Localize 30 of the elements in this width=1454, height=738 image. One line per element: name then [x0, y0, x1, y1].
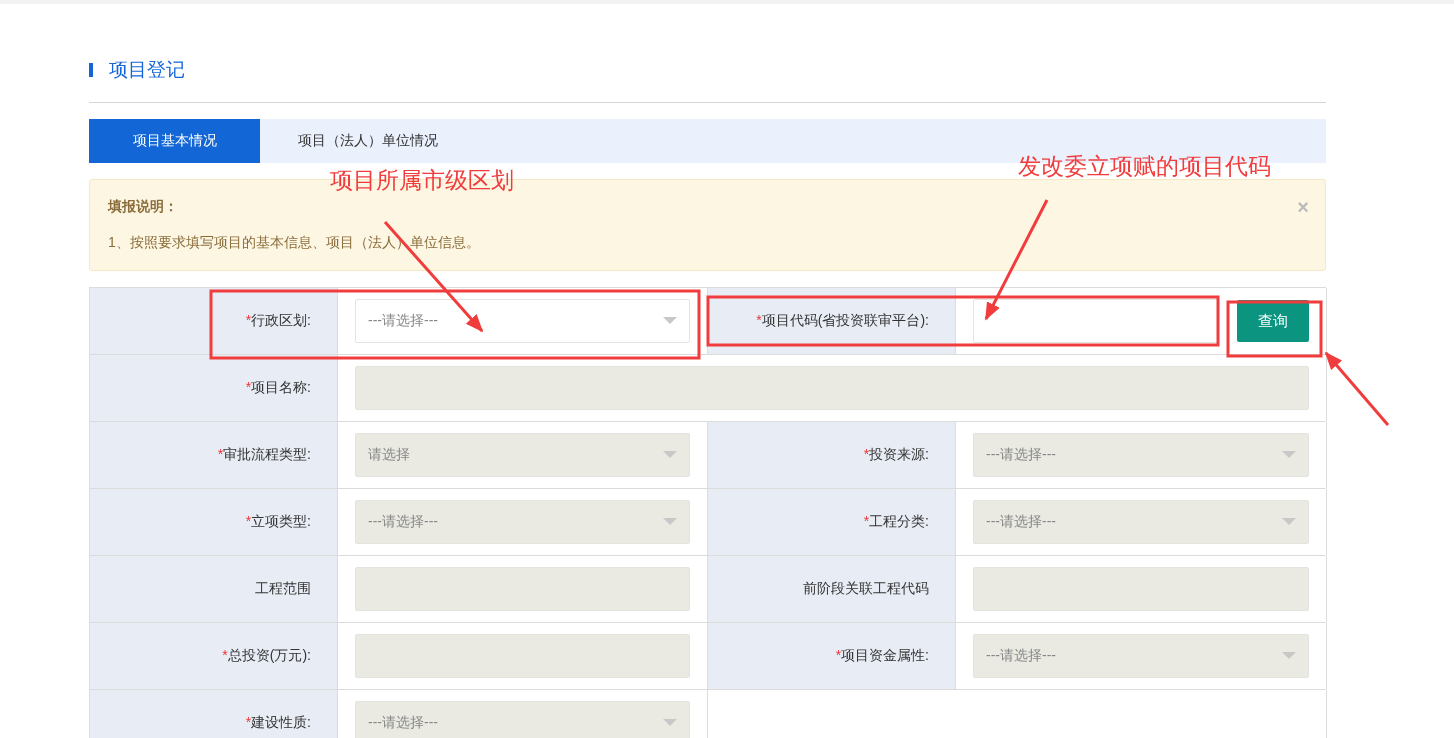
caret-icon: [1282, 451, 1296, 459]
query-button[interactable]: 查询: [1237, 300, 1309, 342]
field-label: *项目代码(省投资联审平台):: [756, 312, 929, 330]
field-label: *审批流程类型:: [217, 446, 311, 464]
section-title: 项目登记: [109, 58, 185, 82]
caret-icon: [663, 518, 677, 526]
heading-marker-icon: [89, 63, 93, 77]
select-field[interactable]: ---请选择---: [355, 299, 690, 343]
input-field[interactable]: [973, 299, 1219, 343]
tab[interactable]: 项目基本情况: [89, 119, 260, 163]
field-label: *项目名称:: [245, 379, 311, 397]
caret-icon: [663, 451, 677, 459]
caret-icon: [663, 317, 677, 325]
field-label: *项目资金属性:: [835, 647, 929, 665]
field-label: 工程范围: [255, 580, 311, 598]
close-button[interactable]: ×: [1297, 196, 1309, 219]
field-label: *立项类型:: [245, 513, 311, 531]
field-label: *投资来源:: [863, 446, 929, 464]
field-label: *建设性质:: [245, 714, 311, 732]
field-label: 前阶段关联工程代码: [803, 580, 929, 598]
notice-title: 填报说明：: [108, 198, 178, 216]
caret-icon: [1282, 652, 1296, 660]
caret-icon: [663, 719, 677, 727]
annotation-text: 项目所属市级区划: [330, 166, 514, 195]
annotation-text: 发改委立项赋的项目代码: [1018, 152, 1271, 181]
tab[interactable]: 项目（法人）单位情况: [260, 119, 476, 163]
caret-icon: [1282, 518, 1296, 526]
field-label: *行政区划:: [245, 312, 311, 330]
field-label: *总投资(万元):: [222, 647, 311, 665]
field-label: *工程分类:: [863, 513, 929, 531]
